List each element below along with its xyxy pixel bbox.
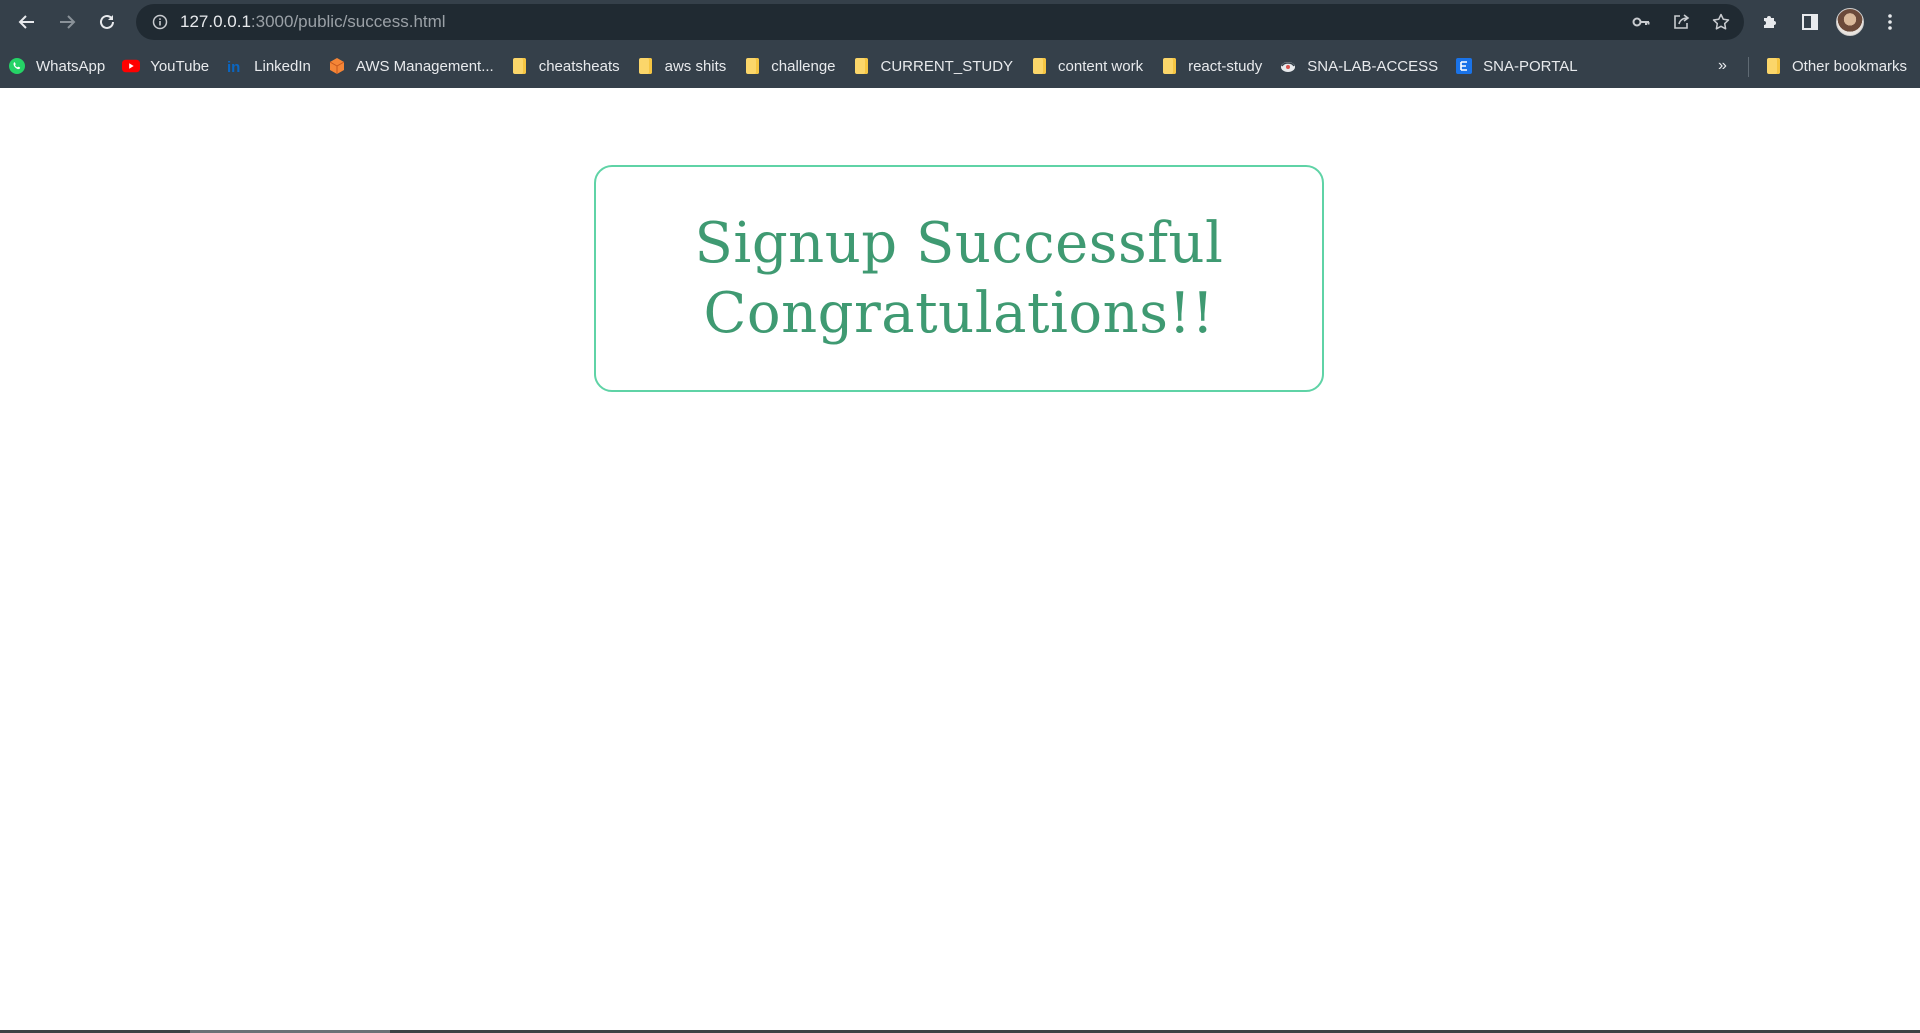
omnibox-actions	[1628, 4, 1734, 40]
url-path: :3000/public/success.html	[250, 12, 446, 31]
page-content: Signup Successful Congratulations!!	[0, 88, 1920, 1033]
other-bookmarks-label: Other bookmarks	[1792, 57, 1908, 75]
bookmark-label: YouTube	[150, 57, 210, 75]
key-icon[interactable]	[1628, 9, 1654, 35]
overflow-chevron-icon: »	[1718, 57, 1727, 74]
whatsapp-icon	[8, 57, 26, 75]
folder-icon	[637, 57, 655, 75]
bookmark-whatsapp[interactable]: WhatsApp	[0, 51, 114, 81]
back-icon	[18, 15, 34, 29]
folder-icon	[511, 57, 529, 75]
youtube-icon	[122, 57, 141, 75]
globe-icon	[1279, 57, 1297, 75]
bookmark-label: CURRENT_STUDY	[880, 57, 1014, 75]
menu-icon[interactable]	[1876, 8, 1904, 36]
share-icon[interactable]	[1668, 9, 1694, 35]
folder-icon	[1160, 57, 1178, 75]
success-card: Signup Successful Congratulations!!	[594, 165, 1324, 392]
side-panel-icon[interactable]	[1796, 8, 1824, 36]
toolbar-actions	[1756, 4, 1904, 40]
forward-icon	[60, 15, 76, 29]
bookmark-label: WhatsApp	[36, 57, 106, 75]
url-text[interactable]: 127.0.0.1:3000/public/success.html	[180, 12, 446, 32]
aws-icon	[328, 57, 346, 75]
bookmark-label: challenge	[771, 57, 836, 75]
folder-icon	[853, 57, 871, 75]
bookmark-sna-lab-access[interactable]: SNA-LAB-ACCESS	[1271, 51, 1447, 81]
bookmarks-divider	[1748, 57, 1749, 77]
bookmark-folder-cheatsheats[interactable]: cheatsheats	[503, 51, 629, 81]
reload-button[interactable]	[87, 2, 127, 42]
bookmark-aws[interactable]: AWS Management...	[320, 51, 503, 81]
bookmark-label: AWS Management...	[355, 57, 494, 75]
congratulations-text: Congratulations!!	[703, 280, 1215, 346]
folder-icon	[1030, 57, 1048, 75]
portal-icon	[1455, 57, 1473, 75]
reload-icon	[100, 14, 114, 29]
bookmark-folder-challenge[interactable]: challenge	[735, 51, 844, 81]
folder-icon	[743, 57, 761, 75]
url-host: 127.0.0.1	[180, 12, 251, 31]
folder-icon	[1764, 57, 1782, 75]
bookmark-folder-content-work[interactable]: content work	[1022, 51, 1152, 81]
other-bookmarks[interactable]: Other bookmarks	[1756, 51, 1916, 81]
bookmark-folder-current-study[interactable]: CURRENT_STUDY	[845, 51, 1023, 81]
bookmark-folder-react-study[interactable]: react-study	[1152, 51, 1271, 81]
bookmark-folder-aws-shits[interactable]: aws shits	[629, 51, 736, 81]
bookmark-linkedin[interactable]: in LinkedIn	[218, 51, 320, 81]
bookmark-youtube[interactable]: YouTube	[114, 51, 218, 81]
svg-text:in: in	[227, 59, 240, 75]
bookmark-label: aws shits	[664, 57, 727, 75]
bookmark-label: SNA-PORTAL	[1483, 57, 1578, 75]
bookmarks-overflow-button[interactable]: »	[1718, 48, 1727, 84]
address-bar[interactable]: 127.0.0.1:3000/public/success.html	[136, 4, 1744, 40]
back-button[interactable]	[7, 2, 47, 42]
site-info-icon[interactable]	[148, 10, 172, 34]
linkedin-icon: in	[226, 57, 244, 75]
avatar[interactable]	[1836, 8, 1864, 36]
bookmark-label: LinkedIn	[254, 57, 311, 75]
bookmark-label: react-study	[1188, 57, 1263, 75]
bookmarks-bar: WhatsApp YouTube in LinkedIn AWS Managem…	[0, 48, 1920, 84]
browser-toolbar: 127.0.0.1:3000/public/success.html	[0, 0, 1920, 44]
success-heading: Signup Successful	[694, 210, 1224, 276]
bookmark-label: cheatsheats	[538, 57, 620, 75]
bookmark-label: content work	[1058, 57, 1144, 75]
extensions-icon[interactable]	[1756, 8, 1784, 36]
bookmark-label: SNA-LAB-ACCESS	[1307, 57, 1439, 75]
browser-chrome: 127.0.0.1:3000/public/success.html Whats…	[0, 0, 1920, 88]
bookmark-sna-portal[interactable]: SNA-PORTAL	[1447, 51, 1586, 81]
forward-button[interactable]	[47, 2, 87, 42]
star-icon[interactable]	[1708, 9, 1734, 35]
